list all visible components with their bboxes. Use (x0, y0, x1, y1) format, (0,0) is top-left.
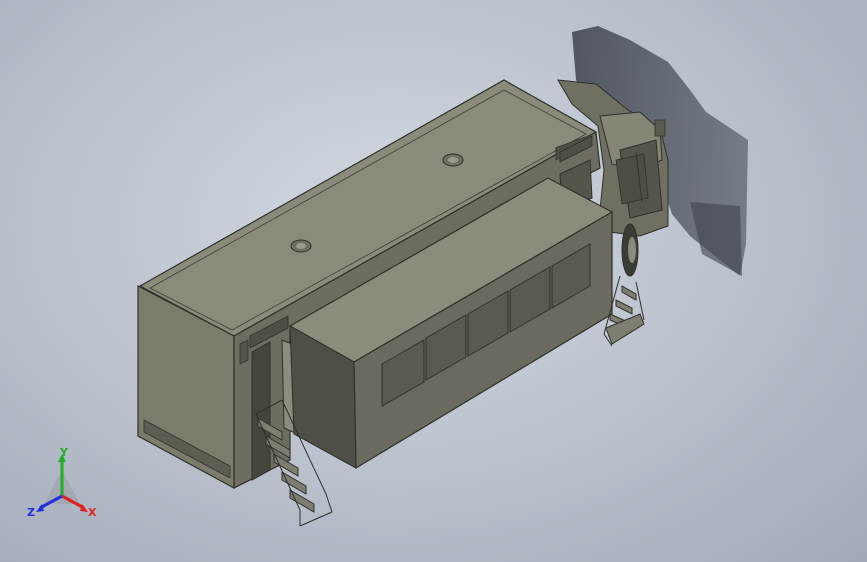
truck-3d-model[interactable] (0, 0, 867, 562)
z-axis-label: Z (27, 506, 35, 519)
graphics-viewport[interactable]: Y X Z (0, 0, 867, 562)
x-axis-label: X (88, 506, 97, 519)
y-axis-label: Y (59, 448, 69, 459)
coordinate-triad[interactable]: Y X Z (24, 448, 104, 524)
